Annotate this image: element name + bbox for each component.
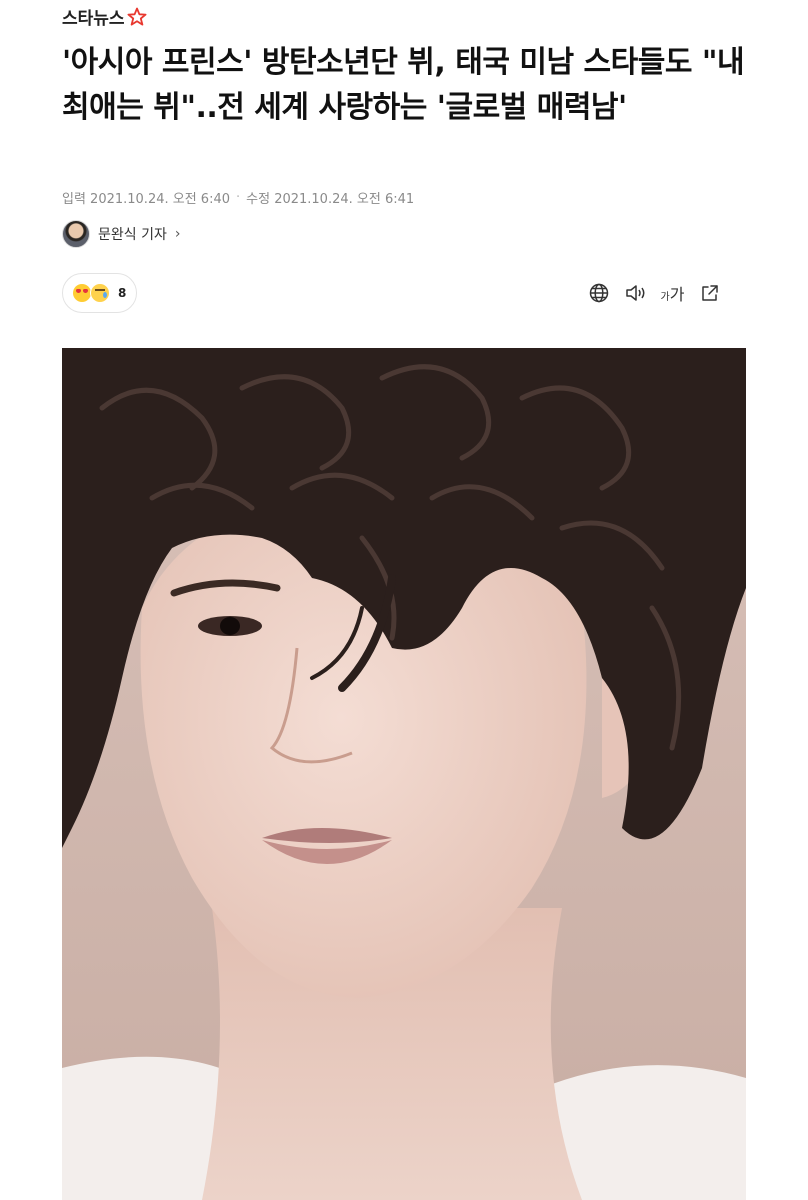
reporter-name: 문완식 기자 [98, 227, 167, 243]
logo-text: 스타뉴스 [62, 9, 125, 29]
listen-button[interactable] [617, 280, 654, 306]
published-date: 입력 2021.10.24. 오전 6:40 [62, 192, 230, 207]
article-toolbar: 가가 [580, 280, 728, 306]
love-face-icon [73, 284, 91, 302]
font-size-large-label: 가 [669, 285, 685, 304]
share-icon [701, 285, 718, 301]
reaction-button[interactable]: 8 [62, 273, 138, 313]
logo[interactable]: 스타뉴스 [62, 4, 147, 29]
article-photo [62, 348, 746, 1200]
globe-icon [589, 283, 608, 303]
reporter-avatar [62, 220, 90, 248]
crying-face-icon [90, 283, 110, 303]
modified-date: 수정 2021.10.24. 오전 6:41 [246, 192, 415, 207]
translate-button[interactable] [580, 280, 617, 306]
date-separator: · [236, 190, 241, 205]
speaker-icon [625, 285, 644, 301]
star-logo-icon [127, 7, 147, 25]
font-size-small-label: 가 [660, 292, 670, 303]
reaction-count: 8 [118, 286, 127, 300]
share-button[interactable] [691, 280, 728, 306]
article-headline: '아시아 프린스' 방탄소년단 뷔, 태국 미남 스타들도 "내 최애는 뷔".… [62, 45, 745, 125]
chevron-right-icon: › [174, 226, 181, 242]
font-size-button[interactable]: 가가 [654, 280, 691, 306]
font-size-icon: 가가 [661, 281, 685, 305]
article-dates: 입력 2021.10.24. 오전 6:40 · 수정 2021.10.24. … [62, 188, 414, 207]
reporter-link[interactable]: 문완식 기자 › [62, 220, 180, 248]
